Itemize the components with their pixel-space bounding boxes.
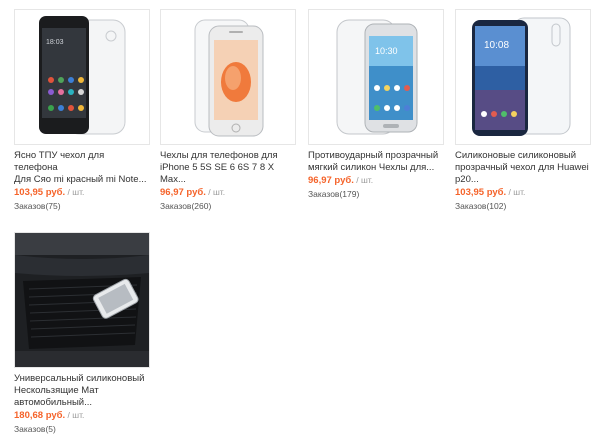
product-card[interactable]: 10:30 Противоударный прозрачный мягкий с… xyxy=(308,9,444,200)
product-price: 96,97 руб. / шт. xyxy=(308,175,374,186)
svg-text:18:03: 18:03 xyxy=(46,39,64,46)
product-orders: Заказов(75) xyxy=(14,201,61,211)
product-card[interactable]: 10:08 Силиконовые силиконовый прозрачный… xyxy=(455,9,591,212)
product-price: 103,95 руб. / шт. xyxy=(455,187,526,198)
product-image-car-mat[interactable] xyxy=(14,232,150,368)
product-orders: Заказов(5) xyxy=(14,424,56,434)
product-price: 180,68 руб. / шт. xyxy=(14,410,85,421)
product-image-phone-case-black[interactable]: 18:03 xyxy=(14,9,150,145)
product-title[interactable]: Чехлы для телефонов для iPhone 5 5S SE 6… xyxy=(160,150,296,186)
product-card[interactable]: 18:03 Ясно ТПУ чехол для телефона Для Ся… xyxy=(14,9,150,212)
product-image-huawei-case[interactable]: 10:08 xyxy=(455,9,591,145)
product-price: 96,97 руб. / шт. xyxy=(160,187,226,198)
product-orders: Заказов(260) xyxy=(160,201,212,211)
product-image-iphone-case[interactable] xyxy=(160,9,296,145)
product-orders: Заказов(179) xyxy=(308,189,360,199)
product-title[interactable]: Ясно ТПУ чехол для телефона Для Сяо mi к… xyxy=(14,150,150,186)
product-image-samsung-case[interactable]: 10:30 xyxy=(308,9,444,145)
product-card[interactable]: Универсальный силиконовый Нескользящие М… xyxy=(14,232,150,435)
product-title[interactable]: Универсальный силиконовый Нескользящие М… xyxy=(14,373,150,409)
product-title[interactable]: Противоударный прозрачный мягкий силикон… xyxy=(308,150,444,174)
product-card[interactable]: Чехлы для телефонов для iPhone 5 5S SE 6… xyxy=(160,9,296,212)
product-price: 103,95 руб. / шт. xyxy=(14,187,85,198)
svg-text:10:30: 10:30 xyxy=(375,46,398,56)
product-title[interactable]: Силиконовые силиконовый прозрачный чехол… xyxy=(455,150,591,186)
product-orders: Заказов(102) xyxy=(455,201,507,211)
svg-text:10:08: 10:08 xyxy=(484,40,509,51)
